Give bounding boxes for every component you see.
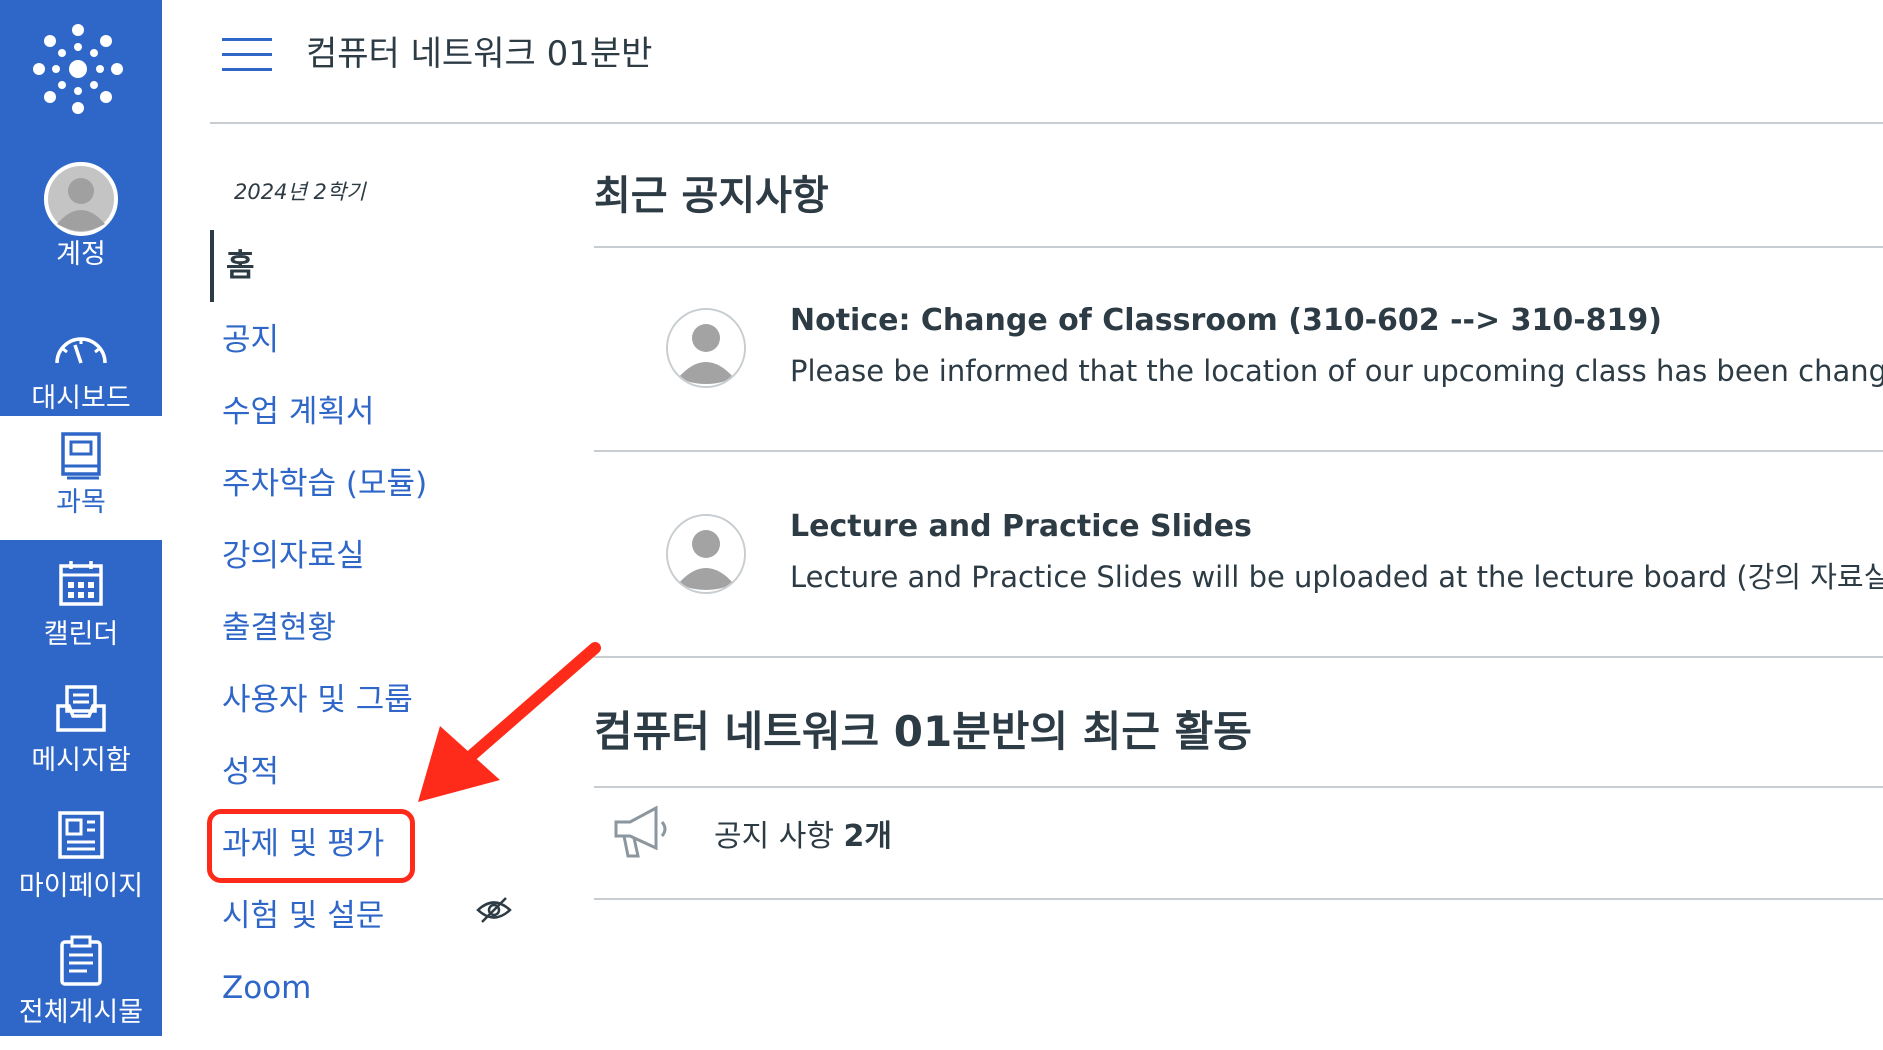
global-nav: 계정 대시보드 과목 캘린더 메시지함 마이페이지 전체게시물 xyxy=(0,0,162,1036)
divider xyxy=(594,898,1883,900)
course-nav-modules[interactable]: 주차학습 (모듈) xyxy=(222,460,427,508)
megaphone-icon xyxy=(612,804,670,860)
dashboard-gauge-icon xyxy=(53,312,109,382)
gnav-courses[interactable]: 과목 xyxy=(0,416,162,540)
recent-activity-heading: 컴퓨터 네트워크 01분반의 최근 활동 xyxy=(594,707,1252,756)
assignments-highlight-box xyxy=(207,809,415,883)
course-nav-zoom[interactable]: Zoom xyxy=(222,964,311,1012)
course-nav-people-groups[interactable]: 사용자 및 그룹 xyxy=(222,676,413,724)
gnav-calendar[interactable]: 캘린더 xyxy=(0,548,162,672)
user-avatar-icon xyxy=(666,514,746,594)
canvas-logo-icon[interactable] xyxy=(31,22,125,116)
course-nav-grades[interactable]: 성적 xyxy=(222,748,279,796)
term-label: 2024년 2학기 xyxy=(234,180,366,204)
gnav-account[interactable]: 계정 xyxy=(0,160,162,284)
course-nav-attendance[interactable]: 출결현황 xyxy=(222,604,336,652)
gnav-label: 전체게시물 xyxy=(18,997,144,1028)
gnav-label: 마이페이지 xyxy=(18,871,144,902)
announcement-title[interactable]: Lecture and Practice Slides xyxy=(790,506,1252,548)
divider xyxy=(594,450,1883,452)
course-nav-announcements[interactable]: 공지 xyxy=(222,316,279,364)
course-title[interactable]: 컴퓨터 네트워크 01분반 xyxy=(306,30,652,78)
course-header: 컴퓨터 네트워크 01분반 xyxy=(210,0,1883,124)
inbox-icon xyxy=(55,674,107,744)
avatar-icon xyxy=(44,160,118,238)
main-content: 최근 공지사항 Notice: Change of Classroom (310… xyxy=(594,124,1883,1036)
activity-count: 2개 xyxy=(843,819,892,854)
gnav-label: 캘린더 xyxy=(43,619,119,650)
announcement-title[interactable]: Notice: Change of Classroom (310-602 -->… xyxy=(790,300,1662,342)
activity-label: 공지 사항 xyxy=(714,819,844,854)
gnav-inbox[interactable]: 메시지함 xyxy=(0,674,162,798)
gnav-label: 대시보드 xyxy=(31,383,131,414)
announcement-activity-count[interactable]: 공지 사항 2개 xyxy=(714,816,892,858)
board-icon xyxy=(59,926,103,996)
announcement-body: Please be informed that the location of … xyxy=(790,354,1883,388)
divider xyxy=(594,656,1883,658)
course-nav-syllabus[interactable]: 수업 계획서 xyxy=(222,388,374,436)
courses-book-icon xyxy=(59,416,103,486)
divider xyxy=(594,246,1883,248)
gnav-label: 메시지함 xyxy=(31,745,131,776)
recent-announcements-heading: 최근 공지사항 xyxy=(594,173,829,219)
user-avatar-icon xyxy=(666,308,746,388)
course-nav-quizzes-surveys[interactable]: 시험 및 설문 xyxy=(222,892,384,940)
gnav-label: 과목 xyxy=(56,487,106,518)
gnav-mypage[interactable]: 마이페이지 xyxy=(0,800,162,924)
course-nav-home[interactable]: 홈 xyxy=(210,230,255,302)
calendar-icon xyxy=(58,548,104,618)
divider xyxy=(594,786,1883,788)
course-nav-lecture-materials[interactable]: 강의자료실 xyxy=(222,532,365,580)
mypage-icon xyxy=(57,800,105,870)
gnav-board[interactable]: 전체게시물 xyxy=(0,926,162,1050)
hamburger-menu-icon[interactable] xyxy=(222,38,272,72)
eye-slash-icon xyxy=(475,895,513,925)
announcement-body: Lecture and Practice Slides will be uplo… xyxy=(790,560,1883,594)
gnav-label: 계정 xyxy=(56,239,106,270)
